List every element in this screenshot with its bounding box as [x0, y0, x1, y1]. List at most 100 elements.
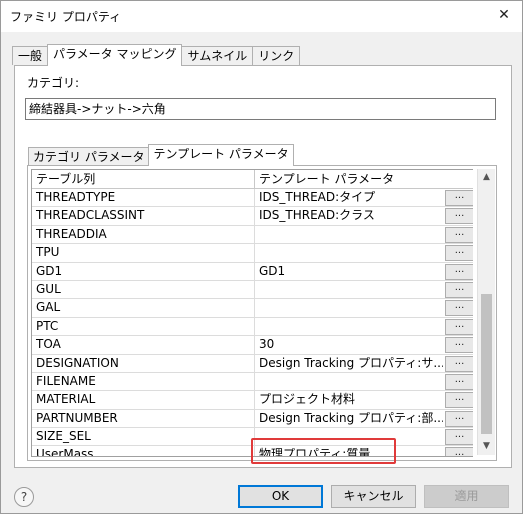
- table-row[interactable]: TPU...: [32, 244, 473, 263]
- browse-button[interactable]: ...: [445, 447, 473, 456]
- browse-cell: ...: [443, 391, 473, 409]
- apply-button[interactable]: 適用: [424, 485, 509, 508]
- cancel-button[interactable]: キャンセル: [331, 485, 416, 508]
- template-parameter-cell[interactable]: [255, 226, 443, 243]
- table-row[interactable]: GD1 GD1...: [32, 262, 473, 281]
- browse-button[interactable]: ...: [445, 410, 473, 427]
- table-row[interactable]: PTC...: [32, 317, 473, 337]
- table-column-cell: TOA: [32, 336, 255, 354]
- table-column-cell: THREADTYPE: [32, 189, 255, 207]
- tab-thumbnail[interactable]: サムネイル: [181, 46, 254, 65]
- template-parameter-cell[interactable]: GD1: [255, 263, 443, 280]
- table-column-cell: GUL: [32, 280, 255, 299]
- browse-cell: ...: [443, 373, 473, 390]
- subtab-template-parameters[interactable]: テンプレート パラメータ: [148, 144, 294, 166]
- template-parameter-cell[interactable]: 物理プロパティ:質量: [255, 446, 443, 456]
- browse-cell: ...: [443, 446, 473, 456]
- tab-parameter-mapping[interactable]: パラメータ マッピング: [47, 44, 183, 66]
- template-parameter-cell[interactable]: Design Tracking プロパティ:サ...: [255, 355, 443, 372]
- browse-button[interactable]: ...: [445, 355, 473, 372]
- main-tabs: 一般 パラメータ マッピング サムネイル リンク: [12, 44, 301, 66]
- window-title: ファミリ プロパティ: [10, 10, 122, 24]
- table-row[interactable]: PARTNUMBER Design Tracking プロパティ:部......: [32, 409, 473, 429]
- table-column-cell: THREADCLASSINT: [32, 207, 255, 225]
- ok-button[interactable]: OK: [238, 485, 323, 508]
- template-parameter-cell[interactable]: IDS_THREAD:タイプ: [255, 189, 443, 206]
- table-column-cell: GAL: [32, 299, 255, 317]
- table-column-cell: THREADDIA: [32, 225, 255, 244]
- category-label: カテゴリ:: [27, 76, 80, 90]
- browse-cell: ...: [443, 410, 473, 427]
- table-row[interactable]: THREADDIA...: [32, 225, 473, 245]
- table-row[interactable]: FILENAME...: [32, 372, 473, 392]
- vertical-scrollbar[interactable]: ▲ ▼: [477, 169, 495, 455]
- tab-link[interactable]: リンク: [252, 46, 301, 65]
- tab-general[interactable]: 一般: [12, 46, 49, 65]
- table-row[interactable]: THREADCLASSINT IDS_THREAD:クラス...: [32, 207, 473, 226]
- subtab-category-parameters[interactable]: カテゴリ パラメータ: [28, 147, 150, 166]
- browse-cell: ...: [443, 244, 473, 262]
- table-column-cell: DESIGNATION: [32, 354, 255, 372]
- template-parameter-cell[interactable]: [255, 299, 443, 316]
- browse-cell: ...: [443, 318, 473, 335]
- table-row[interactable]: TOA 30...: [32, 336, 473, 355]
- help-icon[interactable]: ?: [14, 487, 34, 507]
- parameter-mapping-panel: カテゴリ: 締結器具->ナット->六角 カテゴリ パラメータ テンプレート パラ…: [14, 65, 512, 468]
- browse-button[interactable]: ...: [445, 337, 473, 354]
- browse-button[interactable]: ...: [445, 429, 473, 446]
- browse-cell: ...: [443, 336, 473, 354]
- scroll-down-icon[interactable]: ▼: [478, 438, 495, 455]
- browse-button[interactable]: ...: [445, 208, 473, 225]
- template-parameter-cell[interactable]: [255, 318, 443, 335]
- template-parameter-cell[interactable]: [255, 428, 443, 445]
- browse-button[interactable]: ...: [445, 373, 473, 390]
- browse-button[interactable]: ...: [445, 190, 473, 206]
- browse-cell: ...: [443, 189, 473, 206]
- table-column-cell: UserMass: [32, 446, 255, 456]
- table-column-cell: TPU: [32, 244, 255, 262]
- browse-button[interactable]: ...: [445, 263, 473, 280]
- scroll-up-icon[interactable]: ▲: [478, 169, 495, 186]
- template-parameter-cell[interactable]: 30: [255, 336, 443, 353]
- close-icon[interactable]: ✕: [495, 6, 513, 24]
- browse-button[interactable]: ...: [445, 245, 473, 262]
- template-parameter-cell[interactable]: [255, 373, 443, 390]
- table-column-cell: MATERIAL: [32, 391, 255, 409]
- category-field[interactable]: 締結器具->ナット->六角: [25, 98, 496, 120]
- browse-button[interactable]: ...: [445, 226, 473, 243]
- table-column-cell: FILENAME: [32, 372, 255, 391]
- browse-button[interactable]: ...: [445, 300, 473, 317]
- browse-cell: ...: [443, 428, 473, 446]
- mapping-table: テーブル列 テンプレート パラメータ THREADTYPE IDS_THREAD:…: [31, 169, 473, 457]
- table-row[interactable]: GAL...: [32, 299, 473, 318]
- table-row[interactable]: UserMass 物理プロパティ:質量...: [32, 446, 473, 456]
- browse-cell: ...: [443, 299, 473, 317]
- table-row[interactable]: DESIGNATION Design Tracking プロパティ:サ......: [32, 354, 473, 373]
- table-column-cell: PTC: [32, 317, 255, 336]
- browse-cell: ...: [443, 263, 473, 280]
- template-parameter-cell[interactable]: Design Tracking プロパティ:部...: [255, 410, 443, 427]
- template-parameter-cell[interactable]: [255, 281, 443, 298]
- browse-button[interactable]: ...: [445, 392, 473, 409]
- table-column-cell: SIZE_SEL: [32, 428, 255, 446]
- scroll-thumb[interactable]: [481, 294, 492, 434]
- table-column-cell: GD1: [32, 262, 255, 280]
- sub-tabs: カテゴリ パラメータ テンプレート パラメータ: [28, 144, 294, 166]
- browse-cell: ...: [443, 355, 473, 372]
- browse-cell: ...: [443, 226, 473, 243]
- browse-cell: ...: [443, 207, 473, 225]
- browse-cell: ...: [443, 281, 473, 298]
- template-parameter-cell[interactable]: IDS_THREAD:クラス: [255, 207, 443, 224]
- template-parameter-cell[interactable]: [255, 244, 443, 261]
- title-bar: ファミリ プロパティ ✕: [0, 0, 523, 32]
- table-row[interactable]: MATERIAL プロジェクト材料...: [32, 391, 473, 410]
- column-header-table-column[interactable]: テーブル列: [32, 170, 255, 188]
- table-row[interactable]: THREADTYPE IDS_THREAD:タイプ...: [32, 189, 473, 208]
- column-header-template-parameter[interactable]: テンプレート パラメータ: [255, 170, 473, 188]
- table-column-cell: PARTNUMBER: [32, 409, 255, 428]
- browse-button[interactable]: ...: [445, 318, 473, 335]
- template-parameter-cell[interactable]: プロジェクト材料: [255, 391, 443, 408]
- browse-button[interactable]: ...: [445, 281, 473, 298]
- table-row[interactable]: GUL...: [32, 280, 473, 300]
- table-row[interactable]: SIZE_SEL...: [32, 428, 473, 447]
